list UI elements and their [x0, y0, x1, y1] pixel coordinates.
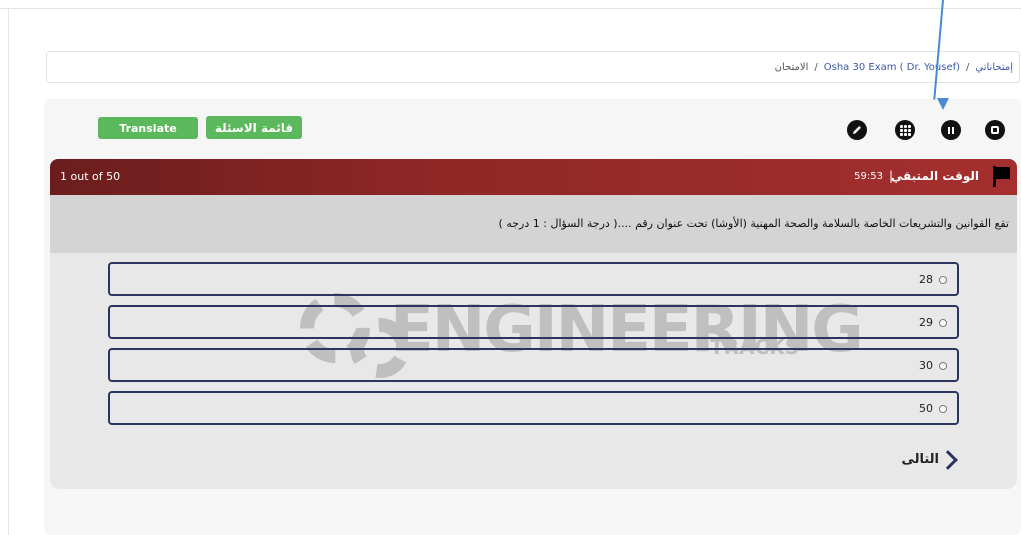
breadcrumb-separator: /: [814, 61, 818, 73]
annotation-arrow-head: [937, 98, 949, 110]
translate-button[interactable]: Translate: [98, 117, 198, 139]
pause-icon[interactable]: [941, 120, 961, 140]
flag-icon[interactable]: [993, 166, 1011, 187]
top-bar: [0, 0, 1021, 9]
breadcrumb: الامتحان / Osha 30 Exam ( Dr. Yousef) / …: [46, 51, 1020, 83]
answer-label: 29: [919, 316, 933, 329]
radio-button[interactable]: [939, 319, 947, 327]
timer-label: الوقت المتبقي: [890, 169, 979, 183]
chevron-right-icon: [938, 449, 958, 470]
radio-button[interactable]: [939, 362, 947, 370]
answer-label: 28: [919, 273, 933, 286]
breadcrumb-home-link[interactable]: إمتحاناتي: [975, 62, 1013, 73]
answer-option-2[interactable]: 29: [108, 305, 959, 339]
answers-area: ENGINEERING TRACKS 28 29 30 50 التالى: [50, 253, 1017, 489]
answer-option-1[interactable]: 28: [108, 262, 959, 296]
answer-option-4[interactable]: 50: [108, 391, 959, 425]
questions-list-button[interactable]: قائمة الاسئلة: [206, 116, 302, 139]
timer-value: 59:53: [854, 171, 883, 182]
next-label: التالى: [901, 452, 939, 467]
qr-icon[interactable]: [895, 120, 915, 140]
radio-button[interactable]: [939, 405, 947, 413]
breadcrumb-exam-link[interactable]: Osha 30 Exam ( Dr. Yousef): [824, 62, 960, 73]
breadcrumb-separator: /: [966, 61, 970, 73]
pencil-icon[interactable]: [847, 120, 867, 140]
answer-label: 50: [919, 402, 933, 415]
question-text: تقع القوانين والتشريعات الخاصة بالسلامة …: [498, 217, 1009, 230]
breadcrumb-current: الامتحان: [774, 61, 809, 73]
answer-option-3[interactable]: 30: [108, 348, 959, 382]
next-button[interactable]: التالى: [895, 449, 958, 470]
question-counter: 1 out of 50: [60, 170, 121, 183]
annotation-arrow-line: [933, 0, 944, 100]
exam-header: 1 out of 50 59:53 | الوقت المتبقي: [50, 159, 1017, 195]
answer-label: 30: [919, 359, 933, 372]
stop-icon[interactable]: [985, 120, 1005, 140]
radio-button[interactable]: [939, 276, 947, 284]
left-divider: [8, 9, 9, 535]
question-band: تقع القوانين والتشريعات الخاصة بالسلامة …: [50, 195, 1017, 253]
